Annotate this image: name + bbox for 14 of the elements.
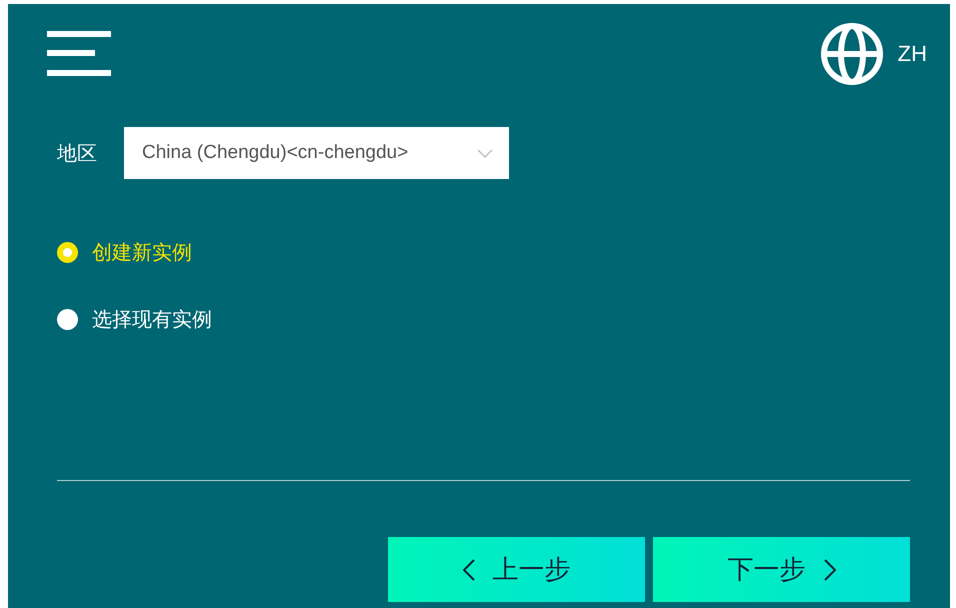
chevron-left-icon [462, 558, 474, 580]
radio-button[interactable] [57, 309, 78, 330]
menu-icon[interactable] [47, 31, 111, 76]
radio-button[interactable] [57, 242, 78, 263]
region-label: 地区 [57, 142, 98, 166]
option-label[interactable]: 选择现有实例 [92, 306, 212, 333]
chevron-right-icon [824, 558, 836, 580]
language-code[interactable]: ZH [898, 41, 927, 67]
globe-icon[interactable] [820, 22, 884, 86]
region-dropdown[interactable]: China (Chengdu)<cn-chengdu> [124, 127, 509, 179]
option-label[interactable]: 创建新实例 [92, 239, 192, 266]
back-button[interactable]: 上一步 [388, 537, 645, 602]
chevron-down-icon [477, 148, 493, 158]
next-button[interactable]: 下一步 [653, 537, 910, 602]
